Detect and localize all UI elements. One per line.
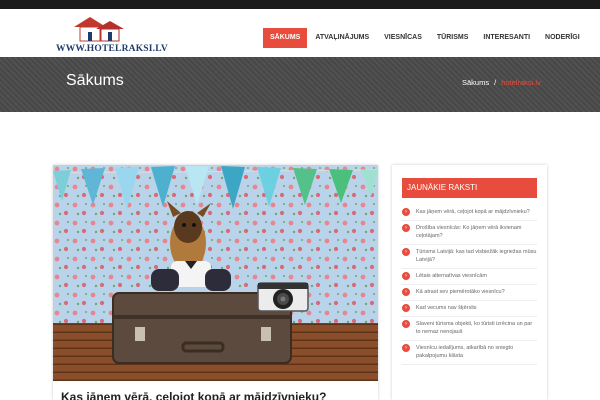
nav-item-viesnicas[interactable]: VIESNĪCAS [377,28,429,48]
houses-icon [74,17,124,42]
post-title[interactable]: Kas jāņem vērā, ceļojot kopā ar mājdzīvn… [61,390,326,400]
chevron-right-icon: › [402,320,410,328]
recent-post-link[interactable]: Kā atrast sev piemērotāko viesnīcu? [416,288,537,296]
breadcrumb-home[interactable]: Sākums [462,78,489,87]
recent-posts-widget: JAUNĀKIE RAKSTI › Kas jāņem vērā, ceļojot… [392,165,547,400]
nav-item-atvalinajums[interactable]: ATVAĻINĀJUMS [308,28,376,48]
chevron-right-icon: › [402,248,410,256]
site-logo[interactable]: WWW.HOTELRAKSI.LV [56,15,168,57]
list-item[interactable]: › Kad vecums nav šķērslis [402,301,537,317]
list-item[interactable]: › Viesnīcu iedalījums, atkarībā no sniegt… [402,341,537,365]
nav-item-sakums[interactable]: SĀKUMS [263,28,308,48]
page-title-bar: Sākums Sākums / hotelraksi.lv [0,57,600,112]
recent-post-link[interactable]: Kas jāņem vērā, ceļojot kopā ar mājdzīvn… [416,208,537,216]
recent-post-link[interactable]: Slaveni tūrisma objekti, ko tūristi izrē… [416,320,537,336]
recent-post-link[interactable]: Viesnīcu iedalījums, atkarībā no sniegto… [416,344,537,360]
list-item[interactable]: › Slaveni tūrisma objekti, ko tūristi izr… [402,317,537,341]
top-bar [0,0,600,9]
main-nav: SĀKUMS ATVAĻINĀJUMS VIESNĪCAS TŪRISMS IN… [263,28,588,48]
recent-post-link[interactable]: Lētais alternatīvas viesnīcām [416,272,537,280]
page-title: Sākums [66,72,124,89]
site-header: WWW.HOTELRAKSI.LV SĀKUMS ATVAĻINĀJUMS VI… [0,9,600,57]
breadcrumb: Sākums / hotelraksi.lv [462,78,541,87]
list-item[interactable]: › Drošība viesnīcās: Ko jāņem vērā ikvien… [402,221,537,245]
nav-item-turisms[interactable]: TŪRISMS [430,28,476,48]
logo-text: WWW.HOTELRAKSI.LV [56,44,168,54]
list-item[interactable]: › Kā atrast sev piemērotāko viesnīcu? [402,285,537,301]
nav-item-interesanti[interactable]: INTERESANTI [476,28,537,48]
chevron-right-icon: › [402,224,410,232]
chevron-right-icon: › [402,304,410,312]
chevron-right-icon: › [402,272,410,280]
recent-post-link[interactable]: Kad vecums nav šķērslis [416,304,537,312]
chevron-right-icon: › [402,288,410,296]
breadcrumb-current: hotelraksi.lv [501,78,541,87]
featured-post: Kas jāņem vērā, ceļojot kopā ar mājdzīvn… [53,165,378,400]
recent-posts-list: › Kas jāņem vērā, ceļojot kopā ar mājdzīv… [402,205,537,365]
list-item[interactable]: › Kas jāņem vērā, ceļojot kopā ar mājdzīv… [402,205,537,221]
chevron-right-icon: › [402,344,410,352]
widget-title: JAUNĀKIE RAKSTI [402,178,537,198]
list-item[interactable]: › Tūrisms Latvijā: kas tad visbiežāk iegr… [402,245,537,269]
nav-item-noderigi[interactable]: NODERĪGI [538,28,587,48]
chevron-right-icon: › [402,208,410,216]
dog-on-suitcase-photo[interactable] [53,165,378,381]
recent-post-link[interactable]: Drošība viesnīcās: Ko jāņem vērā ikviena… [416,224,537,240]
breadcrumb-separator: / [494,78,497,87]
recent-post-link[interactable]: Tūrisms Latvijā: kas tad visbiežāk iegri… [416,248,537,264]
list-item[interactable]: › Lētais alternatīvas viesnīcām [402,269,537,285]
